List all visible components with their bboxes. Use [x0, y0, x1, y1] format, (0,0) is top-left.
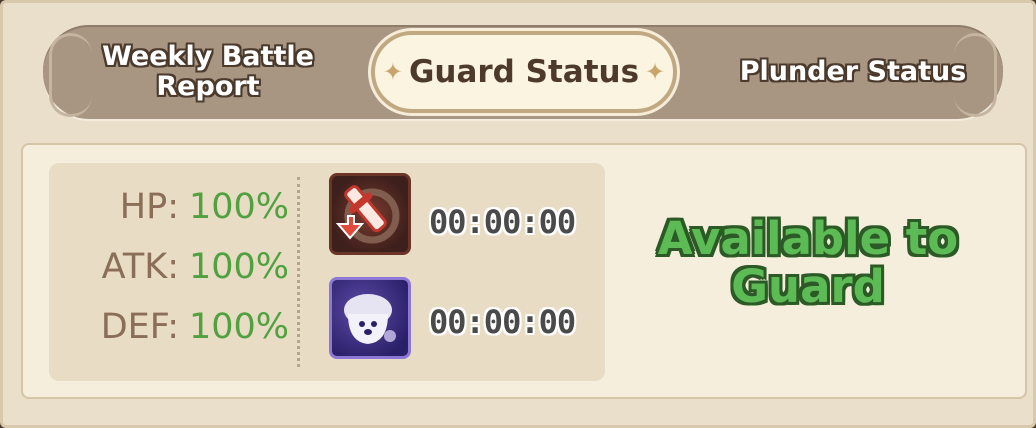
stat-row-atk: ATK: 100%: [49, 247, 289, 297]
tab-guard-status[interactable]: ✦ Guard Status ✦: [371, 31, 677, 113]
guard-status-panel: HP: 100% ATK: 100% DEF: 100% 00:00:00 00…: [21, 143, 1027, 399]
stat-label-def: DEF:: [100, 307, 179, 347]
buff-timer-2: 00:00:00: [429, 303, 576, 341]
tab-weekly-battle-report[interactable]: Weekly Battle Report: [83, 25, 333, 119]
sparkle-left-icon: ✦: [382, 58, 403, 86]
stat-value-def: 100%: [189, 307, 290, 347]
tab-guard-status-label: Guard Status: [408, 54, 640, 90]
tab-bar: Weekly Battle Report ✦ Guard Status ✦ Pl…: [43, 25, 1003, 119]
stat-row-def: DEF: 100%: [49, 307, 289, 357]
stat-value-hp: 100%: [189, 187, 290, 227]
sword-shield-debuff-icon[interactable]: [329, 173, 411, 255]
tab-plunder-status[interactable]: Plunder Status: [703, 25, 1003, 119]
guard-availability-status: Available to Guard: [657, 212, 959, 313]
sparkle-right-icon: ✦: [645, 58, 666, 86]
stat-label-hp: HP:: [119, 187, 179, 227]
stats-divider: [297, 177, 300, 367]
ghost-buff-icon[interactable]: [329, 277, 411, 359]
stat-label-atk: ATK:: [101, 247, 179, 287]
buff-timer-1: 00:00:00: [429, 203, 576, 241]
stats-box: HP: 100% ATK: 100% DEF: 100% 00:00:00 00…: [49, 163, 605, 381]
stat-value-atk: 100%: [189, 247, 290, 287]
guard-window: Weekly Battle Report ✦ Guard Status ✦ Pl…: [0, 0, 1036, 428]
stat-row-hp: HP: 100%: [49, 187, 289, 237]
